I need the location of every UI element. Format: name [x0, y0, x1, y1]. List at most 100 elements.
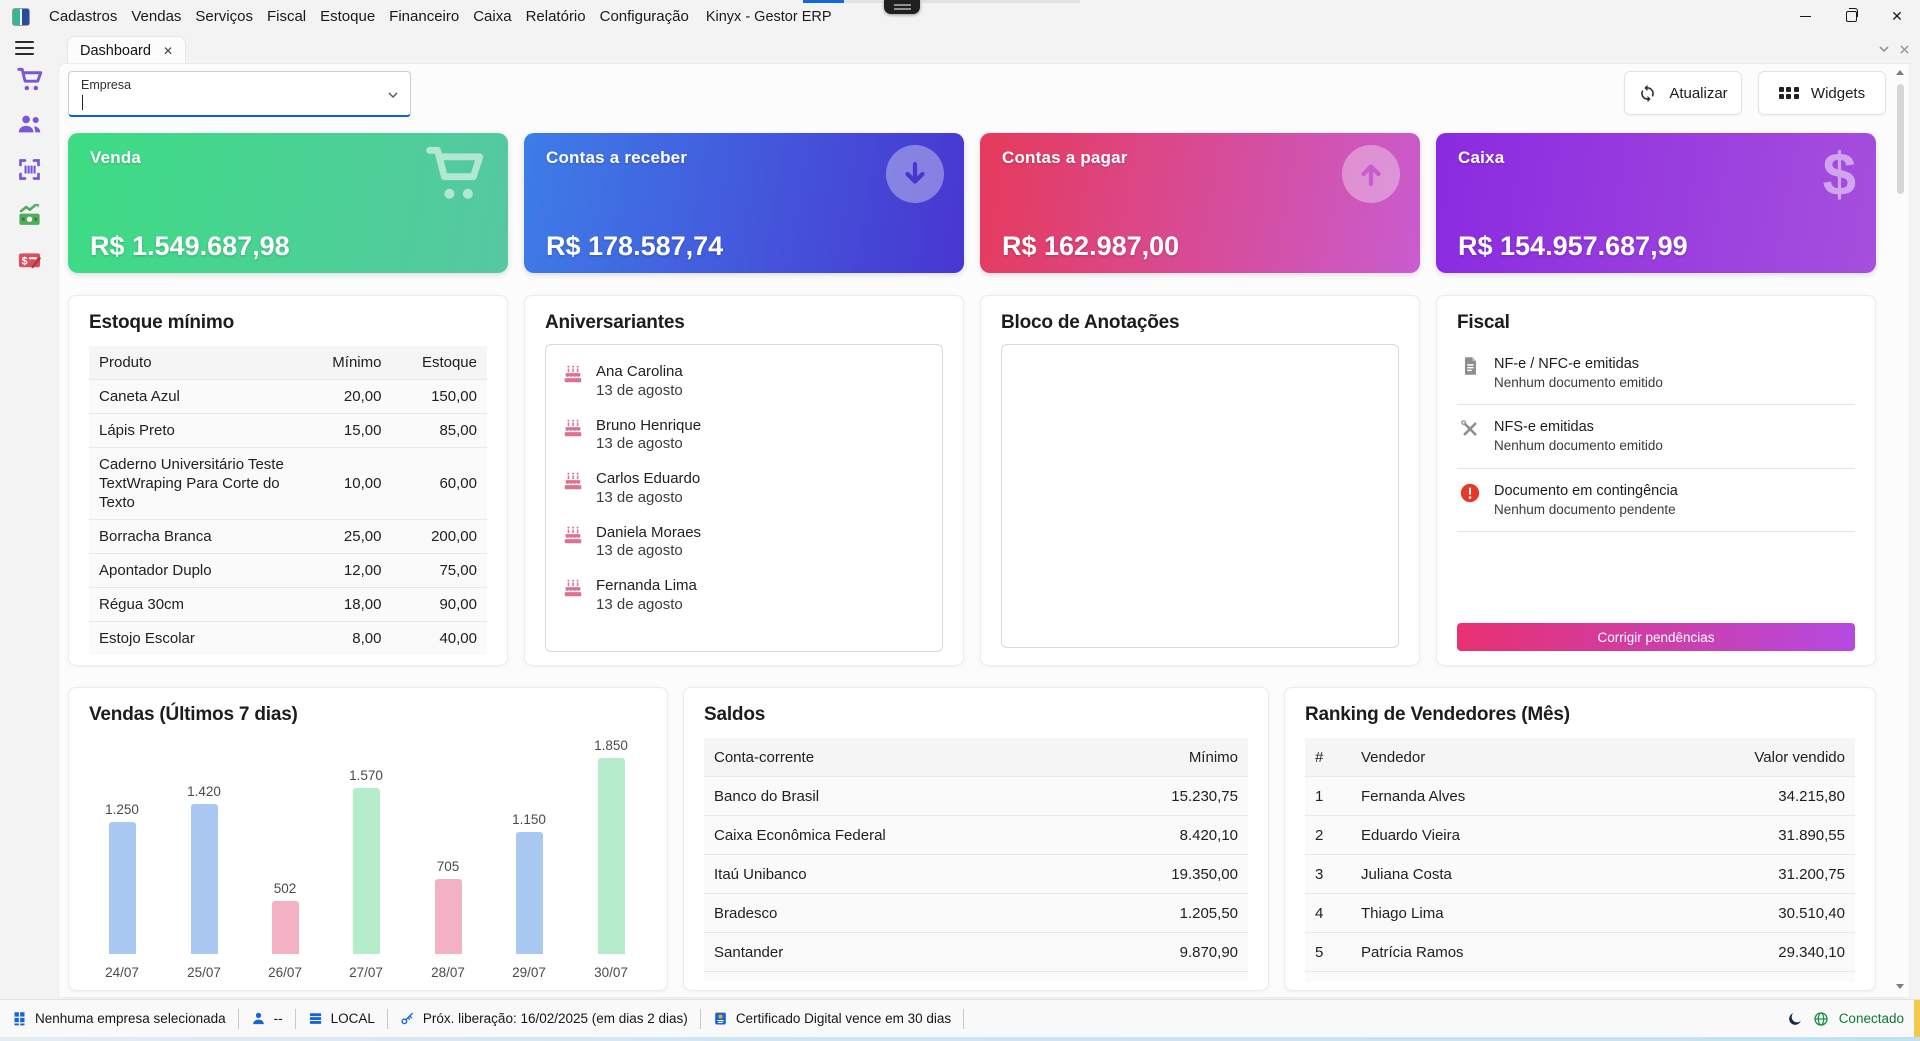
- text-cursor: [82, 95, 83, 110]
- user-icon: [251, 1011, 266, 1026]
- table-row[interactable]: 1Fernanda Alves34.215,80: [1305, 776, 1855, 815]
- card-title: Ranking de Vendedores (Mês): [1305, 704, 1855, 726]
- menu-fiscal[interactable]: Fiscal: [260, 0, 313, 33]
- fiscal-item-contingencia[interactable]: Documento em contingênciaNenhum document…: [1457, 469, 1855, 532]
- cell: Bradesco: [704, 894, 1063, 932]
- status-ambiente-label: LOCAL: [331, 1011, 375, 1026]
- sidebar-users-icon[interactable]: [16, 111, 43, 138]
- chart-title: Vendas (Últimos 7 dias): [89, 704, 647, 726]
- close-all-icon[interactable]: [1899, 44, 1910, 55]
- kpi-card-contas-a-pagar: Contas a pagar R$ 162.987,00: [980, 133, 1420, 273]
- kpi-title: Caixa: [1458, 148, 1504, 168]
- atualizar-button[interactable]: Atualizar: [1624, 71, 1742, 115]
- moon-icon[interactable]: [1787, 1011, 1803, 1027]
- widgets-button[interactable]: Widgets: [1758, 71, 1886, 115]
- tab-close-icon[interactable]: ✕: [163, 45, 173, 57]
- table-row[interactable]: Caderno Universitário Teste TextWraping …: [89, 447, 487, 519]
- cart-icon: [424, 145, 488, 208]
- chevron-down-icon[interactable]: [1878, 43, 1890, 55]
- titlebar: Cadastros Vendas Serviços Fiscal Estoque…: [0, 0, 1920, 33]
- table-row[interactable]: Caneta Azul20,00150,00: [89, 379, 487, 413]
- chart-x-label: 26/07: [258, 965, 312, 980]
- scroll-down-arrow-icon[interactable]: [1896, 984, 1904, 989]
- sidebar-cart-icon[interactable]: [16, 66, 43, 93]
- aniversariantes-list: Ana Carolina13 de agosto Bruno Henrique1…: [545, 344, 943, 652]
- corrigir-pendencias-button[interactable]: Corrigir pendências: [1457, 623, 1855, 651]
- card-vendas-chart: Vendas (Últimos 7 dias) 1.250 1.420 502 …: [68, 687, 668, 991]
- chart-bar-group: 1.850: [584, 738, 638, 954]
- close-button[interactable]: ✕: [1874, 0, 1920, 33]
- table-row[interactable]: Banco do Brasil15.230,75: [704, 776, 1248, 815]
- cell: 8,00: [296, 622, 392, 655]
- chevron-down-icon[interactable]: [386, 88, 400, 107]
- tabstrip: Dashboard ✕: [0, 33, 1920, 63]
- scroll-up-arrow-icon[interactable]: [1896, 70, 1904, 75]
- cell: 12,00: [296, 554, 392, 587]
- table-row[interactable]: Lápis Preto15,0085,00: [89, 413, 487, 447]
- list-item[interactable]: Daniela Moraes13 de agosto: [546, 516, 942, 570]
- aniversariante-name: Daniela Moraes: [596, 524, 701, 543]
- aniversariante-date: 13 de agosto: [596, 382, 683, 401]
- cell: 150,00: [391, 380, 487, 413]
- chart-bar-group: 1.570: [339, 768, 393, 954]
- cell: 75,00: [391, 554, 487, 587]
- cell: 40,00: [391, 622, 487, 655]
- list-item[interactable]: Bruno Henrique13 de agosto: [546, 409, 942, 463]
- sidebar-money-check-icon[interactable]: $: [16, 246, 43, 273]
- table-row[interactable]: Borracha Branca25,00200,00: [89, 519, 487, 553]
- table-row[interactable]: 3Juliana Costa31.200,75: [1305, 854, 1855, 893]
- cell: 31.890,55: [1690, 816, 1855, 854]
- menu-caixa[interactable]: Caixa: [466, 0, 518, 33]
- certificate-icon: [713, 1011, 728, 1026]
- fiscal-item-nfse[interactable]: NFS-e emitidasNenhum documento emitido: [1457, 405, 1855, 468]
- table-row[interactable]: 5Patrícia Ramos29.340,10: [1305, 932, 1855, 971]
- scrollbar-thumb[interactable]: [1897, 84, 1904, 194]
- cell: 4: [1305, 894, 1351, 932]
- table-row[interactable]: 4Thiago Lima30.510,40: [1305, 893, 1855, 932]
- restore-button[interactable]: [1828, 0, 1874, 33]
- menu-configuracao[interactable]: Configuração: [593, 0, 696, 33]
- cell: 200,00: [391, 520, 487, 553]
- cell: Régua 30cm: [89, 588, 296, 621]
- menu-estoque[interactable]: Estoque: [313, 0, 382, 33]
- minimize-button[interactable]: [1782, 0, 1828, 33]
- notes-textarea[interactable]: [1001, 344, 1399, 648]
- table-row[interactable]: Caixa Econômica Federal8.420,10: [704, 815, 1248, 854]
- table-row[interactable]: 2Eduardo Vieira31.890,55: [1305, 815, 1855, 854]
- list-item[interactable]: Carlos Eduardo13 de agosto: [546, 462, 942, 516]
- kpi-title: Venda: [90, 148, 141, 168]
- chart-bar-group: 1.250: [95, 802, 149, 954]
- list-item[interactable]: Ana Carolina13 de agosto: [546, 355, 942, 409]
- menu-servicos[interactable]: Serviços: [188, 0, 260, 33]
- menu-financeiro[interactable]: Financeiro: [382, 0, 466, 33]
- fiscal-item-nfe[interactable]: NF-e / NFC-e emitidasNenhum documento em…: [1457, 342, 1855, 405]
- kpi-card-contas-a-receber: Contas a receber R$ 178.587,74: [524, 133, 964, 273]
- globe-icon: [1813, 1011, 1829, 1027]
- bar-value-label: 1.250: [105, 802, 139, 817]
- tab-dashboard[interactable]: Dashboard ✕: [67, 36, 186, 64]
- card-saldos: Saldos Conta-corrente Mínimo Banco do Br…: [683, 687, 1269, 991]
- table-row[interactable]: Itaú Unibanco19.350,00: [704, 854, 1248, 893]
- fiscal-item-subtitle: Nenhum documento emitido: [1494, 374, 1663, 392]
- hamburger-menu-icon[interactable]: [15, 41, 34, 55]
- fiscal-item-subtitle: Nenhum documento pendente: [1494, 501, 1678, 519]
- table-row[interactable]: Régua 30cm18,0090,00: [89, 587, 487, 621]
- table-row[interactable]: Bradesco1.205,50: [704, 893, 1248, 932]
- table-row[interactable]: Apontador Duplo12,0075,00: [89, 553, 487, 587]
- estoque-table: Produto Mínimo Estoque Caneta Azul20,001…: [89, 346, 487, 655]
- chart-x-label: 24/07: [95, 965, 149, 980]
- list-item[interactable]: Fernanda Lima13 de agosto: [546, 569, 942, 623]
- kpi-title: Contas a receber: [546, 148, 687, 168]
- svg-text:$: $: [21, 255, 27, 267]
- empresa-combobox[interactable]: Empresa: [68, 71, 411, 117]
- vertical-scrollbar[interactable]: [1893, 70, 1907, 989]
- kpi-value: R$ 178.587,74: [546, 231, 723, 262]
- menu-cadastros[interactable]: Cadastros: [42, 0, 124, 33]
- table-row[interactable]: Estojo Escolar8,0040,00: [89, 621, 487, 655]
- sidebar-money-chart-icon[interactable]: [16, 201, 43, 228]
- sidebar-barcode-icon[interactable]: [16, 156, 43, 183]
- menu-vendas[interactable]: Vendas: [124, 0, 188, 33]
- menu-relatorio[interactable]: Relatório: [519, 0, 593, 33]
- cake-icon: [562, 577, 584, 599]
- table-row[interactable]: Santander9.870,90: [704, 932, 1248, 971]
